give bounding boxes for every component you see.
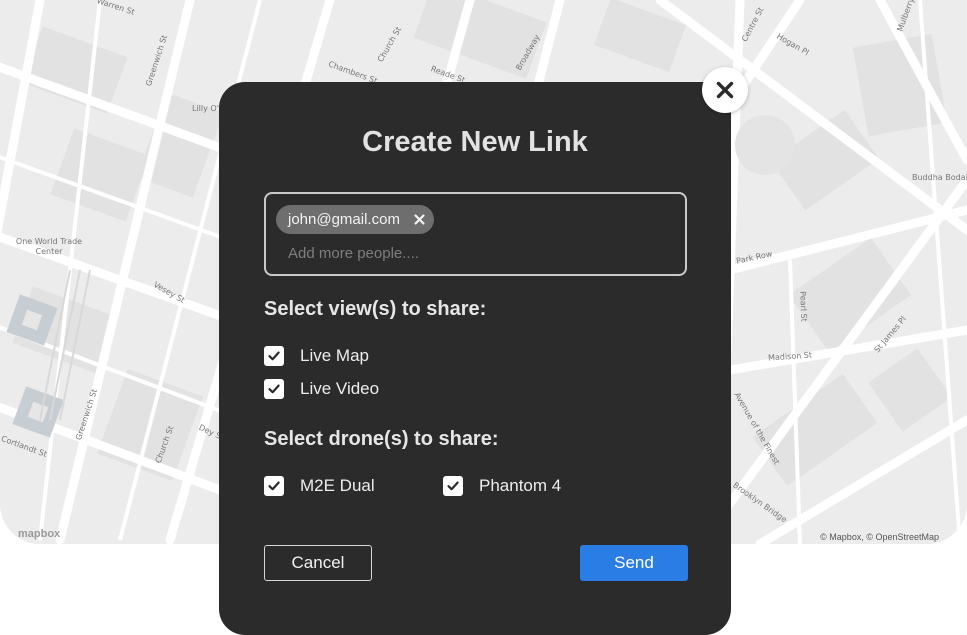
m2e-dual-checkbox[interactable] <box>264 476 284 496</box>
live-video-label: Live Video <box>300 379 380 398</box>
live-map-checkbox[interactable] <box>264 346 284 366</box>
map-attribution[interactable]: © Mapbox, © OpenStreetMap <box>820 532 939 542</box>
remove-recipient-icon[interactable] <box>413 213 426 226</box>
recipient-email: john@gmail.com <box>288 211 400 228</box>
live-map-label: Live Map <box>300 346 369 365</box>
map-label: One World Trade Center <box>15 237 83 256</box>
phantom-4-checkbox[interactable] <box>443 476 463 496</box>
screen: Warren St Greenwich St Lilly O' Church S… <box>0 0 967 635</box>
phantom-4-label: Phantom 4 <box>479 476 562 495</box>
checkmark-icon <box>268 384 280 394</box>
live-video-checkbox[interactable] <box>264 379 284 399</box>
checkmark-icon <box>447 481 459 491</box>
map-label: Buddha Bodai <box>912 173 967 182</box>
views-section-label: Select view(s) to share: <box>264 298 487 320</box>
add-people-input[interactable] <box>288 242 668 264</box>
recipients-field[interactable]: john@gmail.com <box>264 192 687 276</box>
m2e-dual-label: M2E Dual <box>300 476 375 495</box>
close-icon <box>716 81 734 99</box>
drone-option-phantom-4[interactable]: Phantom 4 <box>443 476 561 496</box>
drone-option-m2e-dual[interactable]: M2E Dual <box>264 476 375 496</box>
checkmark-icon <box>268 351 280 361</box>
create-link-modal: Create New Link john@gmail.com Select vi… <box>219 82 731 635</box>
drones-section-label: Select drone(s) to share: <box>264 428 499 450</box>
cancel-button[interactable]: Cancel <box>264 545 372 581</box>
map-label: Lilly O' <box>192 104 219 113</box>
recipient-chip: john@gmail.com <box>276 205 434 234</box>
checkmark-icon <box>268 481 280 491</box>
send-button[interactable]: Send <box>580 545 688 581</box>
mapbox-logo[interactable]: mapbox <box>18 528 60 540</box>
view-option-live-map[interactable]: Live Map <box>264 346 369 366</box>
view-option-live-video[interactable]: Live Video <box>264 379 379 399</box>
map-label: Pearl St <box>798 291 809 322</box>
modal-title: Create New Link <box>362 126 588 158</box>
close-modal-button[interactable] <box>702 67 748 113</box>
